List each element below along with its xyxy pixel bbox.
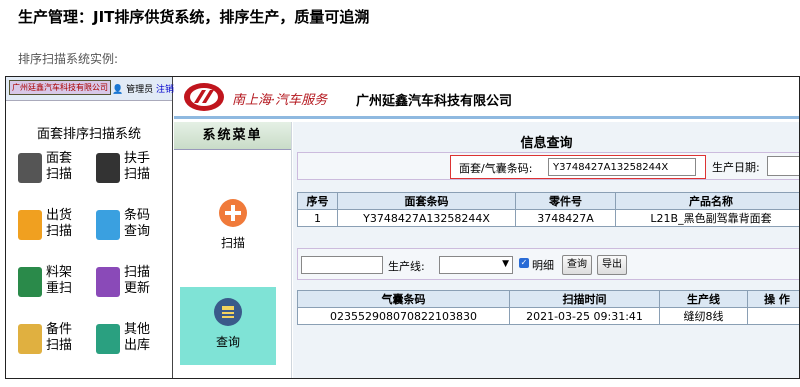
- handheld-panel: 广州廷鑫汽车科技有限公司 👤 管理员 注销 面套排序扫描系统 面套 扫描 扶手 …: [6, 77, 174, 378]
- export-icon: [96, 324, 120, 354]
- column-header: 产品名称: [615, 192, 799, 210]
- user-icon: 👤: [112, 85, 124, 95]
- query-button[interactable]: 查询: [562, 255, 592, 275]
- table-header-row: 序号 面套条码 零件号 产品名称: [297, 192, 799, 210]
- table-header-row: 气囊条码 扫描时间 生产线 操 作: [297, 290, 799, 308]
- sidebar: 系统菜单 扫描 查询: [174, 122, 292, 378]
- company-name: 广州延鑫汽车科技有限公司: [356, 94, 513, 109]
- barcode-search-box: 面套/气囊条码:: [450, 155, 706, 179]
- brand-logo-icon: [184, 83, 224, 111]
- table-cell: [747, 307, 799, 325]
- menu-other-outbound[interactable]: 其他 出库: [96, 322, 150, 354]
- line-label: 生产线:: [388, 260, 425, 273]
- table-cell: 3748427A: [515, 209, 616, 227]
- desktop-header: 南上海·汽车服务 广州延鑫汽车科技有限公司: [174, 77, 799, 119]
- page-subheading: 排序扫描系统实例:: [18, 52, 119, 66]
- sidebar-item-label: 扫描: [220, 236, 245, 250]
- filter-bar: 生产线: ▼ ✓ 明细 查询 导出: [297, 248, 799, 280]
- database-icon: [214, 298, 242, 326]
- page-heading: 生产管理：JIT排序供货系统，排序生产，质量可追溯: [18, 8, 370, 26]
- menu-label: 面套 扫描: [46, 151, 73, 182]
- line-select[interactable]: ▼: [439, 256, 513, 274]
- production-date-input[interactable]: [767, 156, 799, 176]
- detail-checkbox[interactable]: ✓: [519, 258, 529, 268]
- sidebar-item-label: 查询: [215, 335, 240, 349]
- table-cell: Y3748427A13258244X: [337, 209, 516, 227]
- menu-label: 条码 查询: [124, 208, 151, 239]
- column-header: 操 作: [747, 290, 799, 308]
- plus-icon: [219, 199, 247, 227]
- handheld-user-info: 👤 管理员 注销: [112, 82, 174, 95]
- airbag-table: 气囊条码 扫描时间 生产线 操 作 023552908070822103830 …: [297, 290, 799, 325]
- page-title: 信息查询: [520, 136, 573, 151]
- user-role: 管理员: [126, 85, 154, 95]
- sidebar-title: 系统菜单: [174, 122, 291, 150]
- sidebar-item-query[interactable]: 查询: [180, 287, 276, 365]
- export-button[interactable]: 导出: [597, 255, 627, 275]
- menu-label: 出货 扫描: [46, 208, 73, 239]
- menu-seat-scan[interactable]: 面套 扫描: [18, 151, 72, 183]
- seat-icon: [18, 153, 42, 183]
- menu-rack-rescan[interactable]: 料架 重扫: [18, 265, 72, 297]
- query-content: 信息查询 面套/气囊条码: 生产日期: 序号 面套条码 零件号 产品名称: [293, 122, 799, 378]
- update-icon: [96, 267, 120, 297]
- menu-label: 料架 重扫: [46, 265, 73, 296]
- menu-label: 备件 扫描: [46, 322, 73, 353]
- menu-spare-scan[interactable]: 备件 扫描: [18, 322, 72, 354]
- rack-icon: [18, 267, 42, 297]
- system-screenshot: 广州廷鑫汽车科技有限公司 👤 管理员 注销 面套排序扫描系统 面套 扫描 扶手 …: [5, 76, 800, 379]
- detail-label: 明细: [532, 259, 554, 272]
- menu-armrest-scan[interactable]: 扶手 扫描: [96, 151, 150, 183]
- cover-table: 序号 面套条码 零件号 产品名称 1 Y3748427A13258244X 37…: [297, 192, 799, 227]
- brand-name: 南上海·汽车服务: [232, 93, 328, 108]
- logout-link[interactable]: 注销: [156, 85, 174, 95]
- menu-label: 扶手 扫描: [124, 151, 151, 182]
- menu-shipping-scan[interactable]: 出货 扫描: [18, 208, 72, 240]
- handheld-title: 面套排序扫描系统: [36, 127, 141, 142]
- menu-scan-update[interactable]: 扫描 更新: [96, 265, 150, 297]
- filter-input[interactable]: [301, 256, 383, 274]
- barcode-label: 面套/气囊条码:: [459, 162, 533, 175]
- column-header: 扫描时间: [509, 290, 660, 308]
- production-date-label: 生产日期:: [712, 161, 760, 174]
- column-header: 面套条码: [337, 192, 516, 210]
- barcode-input[interactable]: [548, 158, 696, 176]
- column-header: 序号: [297, 192, 338, 210]
- menu-label: 其他 出库: [124, 322, 151, 353]
- desktop-panel: 南上海·汽车服务 广州延鑫汽车科技有限公司 系统菜单 扫描 查询 信息查询 面套…: [174, 77, 799, 378]
- table-cell: 缝纫8线: [659, 307, 748, 325]
- table-row[interactable]: 023552908070822103830 2021-03-25 09:31:4…: [297, 307, 799, 325]
- search-bar: 面套/气囊条码: 生产日期:: [297, 152, 799, 180]
- column-header: 气囊条码: [297, 290, 510, 308]
- barcode-search-icon: [96, 210, 120, 240]
- chevron-down-icon: ▼: [502, 259, 509, 269]
- truck-icon: [18, 210, 42, 240]
- menu-label: 扫描 更新: [124, 265, 151, 296]
- box-icon: [18, 324, 42, 354]
- handheld-company-name: 广州廷鑫汽车科技有限公司: [9, 80, 111, 95]
- menu-barcode-query[interactable]: 条码 查询: [96, 208, 150, 240]
- table-row[interactable]: 1 Y3748427A13258244X 3748427A L21B_黑色副驾靠…: [297, 209, 799, 227]
- table-cell: 2021-03-25 09:31:41: [509, 307, 660, 325]
- table-cell: L21B_黑色副驾靠背面套: [615, 209, 799, 227]
- column-header: 零件号: [515, 192, 616, 210]
- column-header: 生产线: [659, 290, 748, 308]
- handheld-topbar: 广州廷鑫汽车科技有限公司 👤 管理员 注销: [6, 77, 174, 101]
- table-cell: 023552908070822103830: [297, 307, 510, 325]
- sidebar-item-scan[interactable]: 扫描: [174, 192, 292, 262]
- table-cell: 1: [297, 209, 338, 227]
- armrest-icon: [96, 153, 120, 183]
